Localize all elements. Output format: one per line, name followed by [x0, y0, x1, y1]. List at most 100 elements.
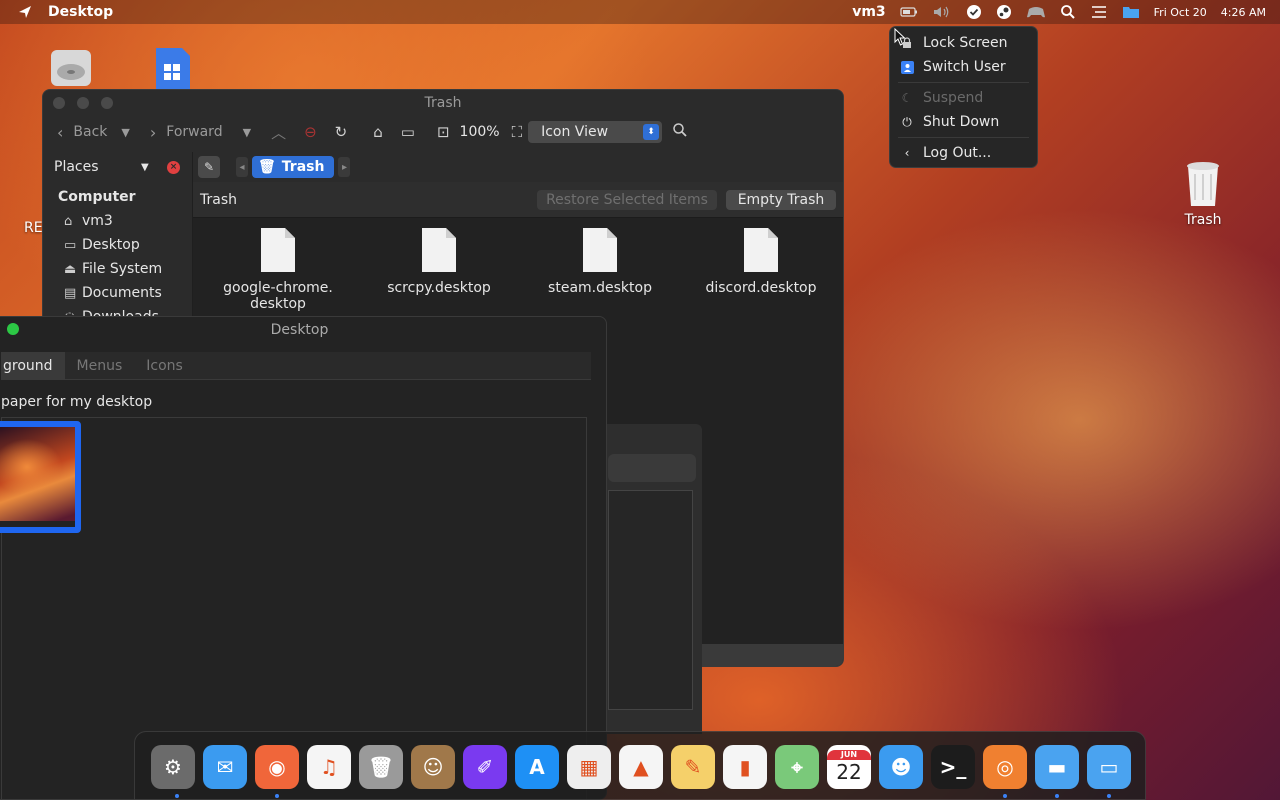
- pencil-icon[interactable]: ✎: [198, 156, 220, 178]
- breadcrumb-trash[interactable]: 🗑 Trash: [252, 156, 335, 178]
- windows-file-icon: [156, 48, 190, 90]
- view-selector[interactable]: Icon View ⬍: [528, 121, 663, 143]
- file-name: scrcpy.desktop: [387, 280, 491, 296]
- calendar-day: 22: [836, 760, 862, 784]
- file-item[interactable]: google-chrome. desktop: [208, 228, 348, 312]
- file-name: google-chrome.: [223, 280, 333, 296]
- launcher-icon[interactable]: [14, 1, 36, 23]
- chevron-right-icon: ›: [149, 122, 157, 142]
- desktop-partial-label[interactable]: RE: [24, 216, 43, 236]
- forward-history-dropdown[interactable]: ▼: [243, 126, 251, 139]
- chevron-down-icon[interactable]: ▼: [141, 162, 149, 173]
- tab-background[interactable]: ground: [1, 352, 65, 380]
- empty-trash-button[interactable]: Empty Trash: [726, 190, 836, 210]
- sidebar-header[interactable]: Places ▼ ×: [43, 152, 192, 182]
- window-titlebar[interactable]: Desktop: [0, 317, 606, 343]
- sidebar-item-label: Documents: [82, 285, 162, 301]
- contacts-icon[interactable]: ☺: [411, 745, 455, 789]
- sidebar-item-documents[interactable]: ▤ Documents: [43, 281, 192, 305]
- reload-icon[interactable]: ↻: [335, 123, 348, 141]
- check-circle-icon[interactable]: [966, 4, 982, 20]
- drawing-icon[interactable]: ✎: [671, 745, 715, 789]
- power-icon: ⏻: [902, 114, 912, 129]
- app-store-icon[interactable]: A: [515, 745, 559, 789]
- folder-icon[interactable]: ▬: [1035, 745, 1079, 789]
- volume-icon[interactable]: [932, 5, 952, 19]
- shut-down-item[interactable]: ⏻ Shut Down: [890, 110, 1037, 134]
- date-label[interactable]: Fri Oct 20: [1154, 6, 1207, 19]
- mail-icon[interactable]: ✉: [203, 745, 247, 789]
- search-icon[interactable]: [672, 122, 688, 142]
- running-indicator: [275, 794, 279, 798]
- window-titlebar[interactable]: Trash: [43, 90, 843, 116]
- search-icon[interactable]: [1060, 4, 1076, 20]
- log-out-item[interactable]: ‹ Log Out...: [890, 141, 1037, 165]
- time-label[interactable]: 4:26 AM: [1221, 6, 1266, 19]
- gamepad-icon[interactable]: [1026, 5, 1046, 19]
- sidebar-item-file-system[interactable]: ⏏ File System: [43, 257, 192, 281]
- path-bar: ✎ ◂ 🗑 Trash ▸: [193, 152, 354, 182]
- stop-icon[interactable]: ⊖: [304, 123, 317, 141]
- background-dialog: [600, 424, 702, 734]
- path-scroll-left-button[interactable]: ◂: [236, 157, 248, 177]
- chevron-up-icon[interactable]: ︿: [271, 122, 286, 143]
- desktop-windows-file[interactable]: [154, 48, 192, 90]
- menu-separator: [898, 137, 1029, 138]
- sidebar-item-desktop[interactable]: ▭ Desktop: [43, 233, 192, 257]
- maps-icon[interactable]: ⌖: [775, 745, 819, 789]
- calendar-icon[interactable]: JUN 22: [827, 745, 871, 789]
- dialog-field[interactable]: [608, 454, 696, 482]
- moon-icon: ☾: [901, 91, 913, 105]
- forward-button[interactable]: › Forward: [150, 123, 223, 142]
- dock: ⚙ ✉ ◉ ♫ 🗑 ☺ ✐ A ▦ ▲ ✎ ▮ ⌖ ☻ >_ ◎ ▬ ▭ JUN 22: [134, 731, 1146, 800]
- running-indicator: [1055, 794, 1059, 798]
- zoom-out-icon[interactable]: ⊡: [437, 123, 450, 141]
- back-button[interactable]: ‹ Back: [57, 123, 107, 142]
- active-app-title[interactable]: Desktop: [48, 4, 113, 20]
- file-item[interactable]: steam.desktop: [530, 228, 670, 296]
- tab-icons[interactable]: Icons: [134, 352, 195, 380]
- firefox-icon[interactable]: ◉: [255, 745, 299, 789]
- files-icon[interactable]: ▭: [1087, 745, 1131, 789]
- ubuntu-icon[interactable]: ◎: [983, 745, 1027, 789]
- window-title: Desktop: [270, 322, 329, 338]
- infobar-label: Trash: [200, 191, 237, 208]
- launchpad-icon[interactable]: ▦: [567, 745, 611, 789]
- breadcrumb-label: Trash: [281, 159, 325, 175]
- close-sidebar-icon[interactable]: ×: [167, 160, 180, 174]
- list-icon[interactable]: [1090, 5, 1108, 19]
- tab-menus[interactable]: Menus: [65, 352, 135, 380]
- desktop-drive[interactable]: [48, 48, 94, 90]
- file-item[interactable]: discord.desktop: [691, 228, 831, 296]
- computer-icon[interactable]: ▭: [401, 123, 415, 141]
- desktop-trash[interactable]: Trash: [1180, 160, 1226, 228]
- system-preferences-icon[interactable]: ⚙: [151, 745, 195, 789]
- back-history-dropdown[interactable]: ▼: [121, 126, 129, 139]
- path-scroll-right-button[interactable]: ▸: [338, 157, 351, 177]
- lock-screen-item[interactable]: Lock Screen: [890, 31, 1037, 55]
- switch-user-item[interactable]: Switch User: [890, 55, 1037, 79]
- terminal-icon[interactable]: >_: [931, 745, 975, 789]
- finder-icon[interactable]: ☻: [879, 745, 923, 789]
- dialog-list[interactable]: [608, 490, 693, 710]
- zoom-level[interactable]: 100%: [460, 124, 500, 140]
- music-icon[interactable]: ♫: [307, 745, 351, 789]
- trash-icon: [1187, 162, 1219, 206]
- sidebar-header-label: Places: [54, 159, 99, 175]
- home-icon[interactable]: ⌂: [373, 123, 383, 141]
- numbers-icon[interactable]: ▮: [723, 745, 767, 789]
- user-menu-button[interactable]: vm3: [852, 4, 885, 20]
- trash-icon[interactable]: 🗑: [359, 745, 403, 789]
- chevron-left-icon: ‹: [57, 122, 64, 142]
- restore-selected-button[interactable]: Restore Selected Items: [537, 190, 717, 210]
- folder-icon[interactable]: [1122, 5, 1140, 19]
- suspend-item: ☾ Suspend: [890, 86, 1037, 110]
- wallpaper-thumbnail-selected[interactable]: [0, 421, 81, 533]
- vlc-icon[interactable]: ▲: [619, 745, 663, 789]
- gimp-icon[interactable]: ✐: [463, 745, 507, 789]
- sidebar-item-vm3[interactable]: ⌂ vm3: [43, 209, 192, 233]
- battery-icon[interactable]: [900, 6, 918, 18]
- steam-icon[interactable]: [996, 4, 1012, 20]
- zoom-fit-icon[interactable]: ⛶: [512, 123, 523, 141]
- file-item[interactable]: scrcpy.desktop: [369, 228, 509, 296]
